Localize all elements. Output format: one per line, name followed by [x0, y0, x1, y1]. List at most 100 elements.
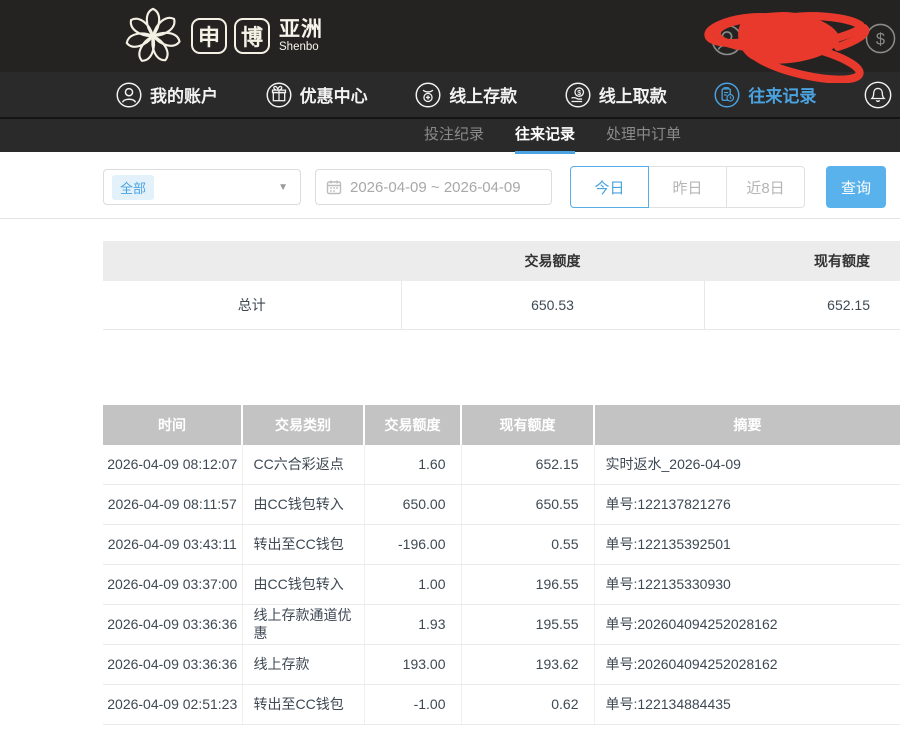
- cell-trade-amount: -1.00: [364, 685, 461, 725]
- nav-item-online-withdraw[interactable]: $ 线上取款: [565, 82, 667, 108]
- cell-balance: 193.62: [461, 645, 594, 685]
- col-header-type: 交易类别: [242, 405, 364, 445]
- red-scribble-redaction: [688, 3, 880, 83]
- yesterday-button[interactable]: 昨日: [648, 166, 727, 208]
- logo-region-cn: 亚洲: [279, 19, 323, 41]
- nav-item-notifications[interactable]: [864, 81, 892, 109]
- cell-time: 2026-04-09 03:36:36: [103, 605, 242, 645]
- nav-label: 优惠中心: [300, 82, 368, 107]
- summary-header-row: 交易额度 现有额度: [103, 241, 900, 281]
- cell-time: 2026-04-09 03:43:11: [103, 525, 242, 565]
- nav-label: 我的账户: [150, 82, 218, 107]
- tab-pending-orders[interactable]: 处理中订单: [606, 119, 681, 154]
- cell-trade-amount: 1.00: [364, 565, 461, 605]
- table-row: 2026-04-09 08:11:57 由CC钱包转入 650.00 650.5…: [103, 485, 900, 525]
- cell-balance: 195.55: [461, 605, 594, 645]
- date-range-value: 2026-04-09 ~ 2026-04-09: [350, 179, 521, 196]
- summary-total-balance: 652.15: [704, 281, 900, 329]
- cell-balance: 196.55: [461, 565, 594, 605]
- records-icon: [714, 82, 740, 108]
- records-table: 时间 交易类别 交易额度 现有额度 摘要 2026-04-09 08:12:07…: [103, 405, 900, 726]
- svg-text:$: $: [577, 89, 581, 96]
- table-row: 2026-04-09 03:43:11 转出至CC钱包 -196.00 0.55…: [103, 525, 900, 565]
- table-row: 2026-04-09 03:37:00 由CC钱包转入 1.00 196.55 …: [103, 565, 900, 605]
- quick-date-button-group: 今日 昨日 近8日: [570, 166, 805, 208]
- summary-header-balance: 现有额度: [704, 241, 900, 281]
- cell-summary: 单号:202604094252028162: [594, 645, 900, 685]
- table-row: 2026-04-09 08:12:07 CC六合彩返点 1.60 652.15 …: [103, 445, 900, 485]
- cell-balance: 0.55: [461, 525, 594, 565]
- table-row: 2026-04-09 03:36:36 线上存款 193.00 193.62 单…: [103, 645, 900, 685]
- summary-header-empty: [103, 241, 401, 281]
- nav-item-promotions[interactable]: 优惠中心: [266, 82, 368, 108]
- cell-time: 2026-04-09 02:51:23: [103, 685, 242, 725]
- cell-summary: 单号:122134884435: [594, 685, 900, 725]
- col-header-time: 时间: [103, 405, 242, 445]
- summary-table: 交易额度 现有额度 总计 650.53 652.15: [103, 241, 900, 330]
- col-header-summary: 摘要: [594, 405, 900, 445]
- sub-nav-tabs: 投注纪录 往来记录 处理中订单: [0, 117, 900, 152]
- category-selected-tag[interactable]: 全部: [112, 175, 154, 200]
- gift-icon: [266, 82, 292, 108]
- cell-summary: 单号:122135392501: [594, 525, 900, 565]
- records-header-row: 时间 交易类别 交易额度 现有额度 摘要: [103, 405, 900, 445]
- logo-char-bo: 博: [234, 18, 270, 54]
- cell-summary: 单号:122135330930: [594, 565, 900, 605]
- main-content: 全部 ▼ 2026-04-09 ~ 2026-04-09 今日 昨日 近8日 查…: [0, 152, 900, 725]
- cell-trade-amount: 1.60: [364, 445, 461, 485]
- nav-label: 线上取款: [599, 82, 667, 107]
- summary-total-label: 总计: [103, 281, 401, 329]
- cell-summary: 实时返水_2026-04-09: [594, 445, 900, 485]
- last-8-days-button[interactable]: 近8日: [726, 166, 805, 208]
- filter-section: 全部 ▼ 2026-04-09 ~ 2026-04-09 今日 昨日 近8日 查…: [0, 166, 900, 219]
- cell-type: 线上存款: [242, 645, 364, 685]
- search-button[interactable]: 查询: [826, 166, 886, 208]
- user-icon: [116, 82, 142, 108]
- top-header: 申 博 亚洲 Shenbo $: [0, 0, 900, 72]
- logo-region: 亚洲 Shenbo: [279, 19, 323, 53]
- cell-balance: 0.62: [461, 685, 594, 725]
- logo-char-shen: 申: [191, 18, 227, 54]
- tab-betting-records[interactable]: 投注纪录: [424, 119, 484, 154]
- summary-total-trade: 650.53: [401, 281, 704, 329]
- nav-item-online-deposit[interactable]: 线上存款: [415, 82, 517, 108]
- cell-type: 由CC钱包转入: [242, 485, 364, 525]
- bell-icon: [864, 81, 892, 109]
- tab-transaction-records[interactable]: 往来记录: [515, 119, 575, 154]
- category-select[interactable]: 全部 ▼: [103, 169, 301, 205]
- cell-balance: 652.15: [461, 445, 594, 485]
- withdraw-icon: $: [565, 82, 591, 108]
- today-button[interactable]: 今日: [570, 166, 649, 208]
- brand-logo[interactable]: 申 博 亚洲 Shenbo: [122, 5, 323, 67]
- cell-summary: 单号:122137821276: [594, 485, 900, 525]
- table-row: 2026-04-09 03:36:36 线上存款通道优惠 1.93 195.55…: [103, 605, 900, 645]
- cell-trade-amount: 193.00: [364, 645, 461, 685]
- cell-time: 2026-04-09 03:36:36: [103, 645, 242, 685]
- col-header-balance: 现有额度: [461, 405, 594, 445]
- cell-time: 2026-04-09 03:37:00: [103, 565, 242, 605]
- cell-summary: 单号:202604094252028162: [594, 605, 900, 645]
- table-row: 2026-04-09 02:51:23 转出至CC钱包 -1.00 0.62 单…: [103, 685, 900, 725]
- cell-type: 转出至CC钱包: [242, 685, 364, 725]
- nav-label: 线上存款: [449, 82, 517, 107]
- nav-item-transaction-records[interactable]: 往来记录: [714, 82, 816, 108]
- calendar-icon: [326, 179, 342, 195]
- summary-header-trade: 交易额度: [401, 241, 704, 281]
- col-header-trade-amount: 交易额度: [364, 405, 461, 445]
- chevron-down-icon: ▼: [278, 182, 288, 193]
- summary-total-row: 总计 650.53 652.15: [103, 281, 900, 329]
- cell-time: 2026-04-09 08:11:57: [103, 485, 242, 525]
- date-range-input[interactable]: 2026-04-09 ~ 2026-04-09: [315, 169, 552, 205]
- cell-balance: 650.55: [461, 485, 594, 525]
- flower-logo-icon: [122, 5, 184, 67]
- cell-time: 2026-04-09 08:12:07: [103, 445, 242, 485]
- nav-item-my-account[interactable]: 我的账户: [116, 82, 218, 108]
- logo-region-en: Shenbo: [279, 41, 323, 53]
- cell-type: 转出至CC钱包: [242, 525, 364, 565]
- nav-label: 往来记录: [748, 82, 816, 107]
- cell-trade-amount: 650.00: [364, 485, 461, 525]
- cell-type: 线上存款通道优惠: [242, 605, 364, 645]
- cell-type: CC六合彩返点: [242, 445, 364, 485]
- cell-trade-amount: -196.00: [364, 525, 461, 565]
- deposit-icon: [415, 82, 441, 108]
